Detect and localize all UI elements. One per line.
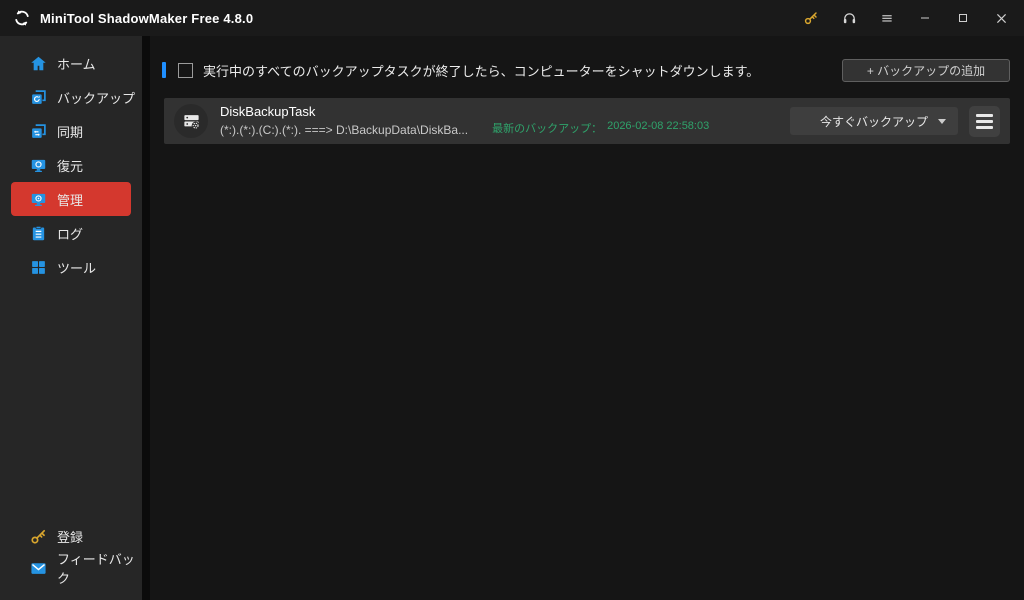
sidebar-item-log[interactable]: ログ [0,216,142,250]
sidebar-item-home[interactable]: ホーム [0,46,142,80]
sidebar-item-label: 登録 [57,529,84,545]
sync-icon [30,123,47,140]
sidebar-item-label: ホーム [57,56,96,72]
sidebar-item-backup[interactable]: バックアップ [0,80,142,114]
shutdown-option-row: 実行中のすべてのバックアップタスクが終了したら、コンピューターをシャットダウンし… [162,58,1010,82]
sidebar-item-label: 管理 [57,192,84,208]
menu-icon[interactable] [872,0,902,36]
sidebar-item-label: 復元 [57,158,84,174]
sidebar-item-label: ツール [57,260,97,276]
shutdown-checkbox-label: 実行中のすべてのバックアップタスクが終了したら、コンピューターをシャットダウンし… [203,63,760,79]
sidebar-item-feedback[interactable]: フィードバック [0,552,142,586]
hamburger-menu-icon[interactable] [969,105,1000,137]
sidebar-item-label: 同期 [57,124,84,140]
maximize-icon[interactable] [948,0,978,36]
register-key-icon [30,528,47,545]
sidebar-item-label: ログ [57,226,84,242]
accent-bar [162,62,166,78]
app-logo-sync-icon [12,8,32,28]
log-icon [30,225,47,242]
minimize-icon[interactable] [910,0,940,36]
sidebar-item-register[interactable]: 登録 [0,520,142,552]
manage-icon [30,191,47,208]
task-name: DiskBackupTask [220,104,316,120]
manage-page: 実行中のすべてのバックアップタスクが終了したら、コンピューターをシャットダウンし… [150,36,1024,600]
sidebar-item-manage[interactable]: 管理 [11,182,131,216]
app-body: ホーム バックアップ 同期 復元 管理 ログ ツール 登録 フィードバック 実行… [0,36,1024,600]
support-headset-icon[interactable] [834,0,864,36]
backup-now-button[interactable]: 今すぐバックアップ [790,107,958,135]
latest-backup-status: 最新のバックアップ： 2026-02-08 22:58:03 [492,107,709,136]
app-title: MiniTool ShadowMaker Free 4.8.0 [40,10,254,26]
sidebar-item-restore[interactable]: 復元 [0,148,142,182]
backup-icon [30,89,47,106]
latest-backup-time: 2026-02-08 22:58:03 [607,119,710,132]
chevron-down-icon[interactable] [938,119,946,124]
shutdown-checkbox[interactable] [178,62,193,78]
sidebar-item-label: バックアップ [57,90,136,106]
home-icon [30,55,47,72]
sidebar-item-label: フィードバック [57,552,135,586]
feedback-mail-icon [30,560,47,577]
license-key-icon[interactable] [796,0,826,36]
backup-task-card: DiskBackupTask (*:).(*:).(C:).(*:). ===>… [164,98,1010,144]
app-window: MiniTool ShadowMaker Free 4.8.0 ホーム バックア… [0,0,1024,600]
latest-backup-label: 最新のバックアップ： [492,122,603,135]
backup-now-label: 今すぐバックアップ [819,114,928,129]
sidebar-bottom: 登録 フィードバック [0,520,142,600]
title-bar: MiniTool ShadowMaker Free 4.8.0 [0,0,1024,36]
task-path-summary: (*:).(*:).(C:).(*:). ===> D:\BackupData\… [220,122,469,137]
restore-icon [30,157,47,174]
task-info: DiskBackupTask (*:).(*:).(C:).(*:). ===>… [220,104,468,137]
sidebar-item-tools[interactable]: ツール [0,250,142,284]
close-icon[interactable] [986,0,1016,36]
tools-icon [30,259,47,276]
sidebar-nav: ホーム バックアップ 同期 復元 管理 ログ ツール 登録 フィードバック [0,36,150,600]
disk-backup-task-icon [174,104,208,138]
sidebar-item-sync[interactable]: 同期 [0,114,142,148]
add-backup-button[interactable]: + バックアップの追加 [842,58,1010,82]
